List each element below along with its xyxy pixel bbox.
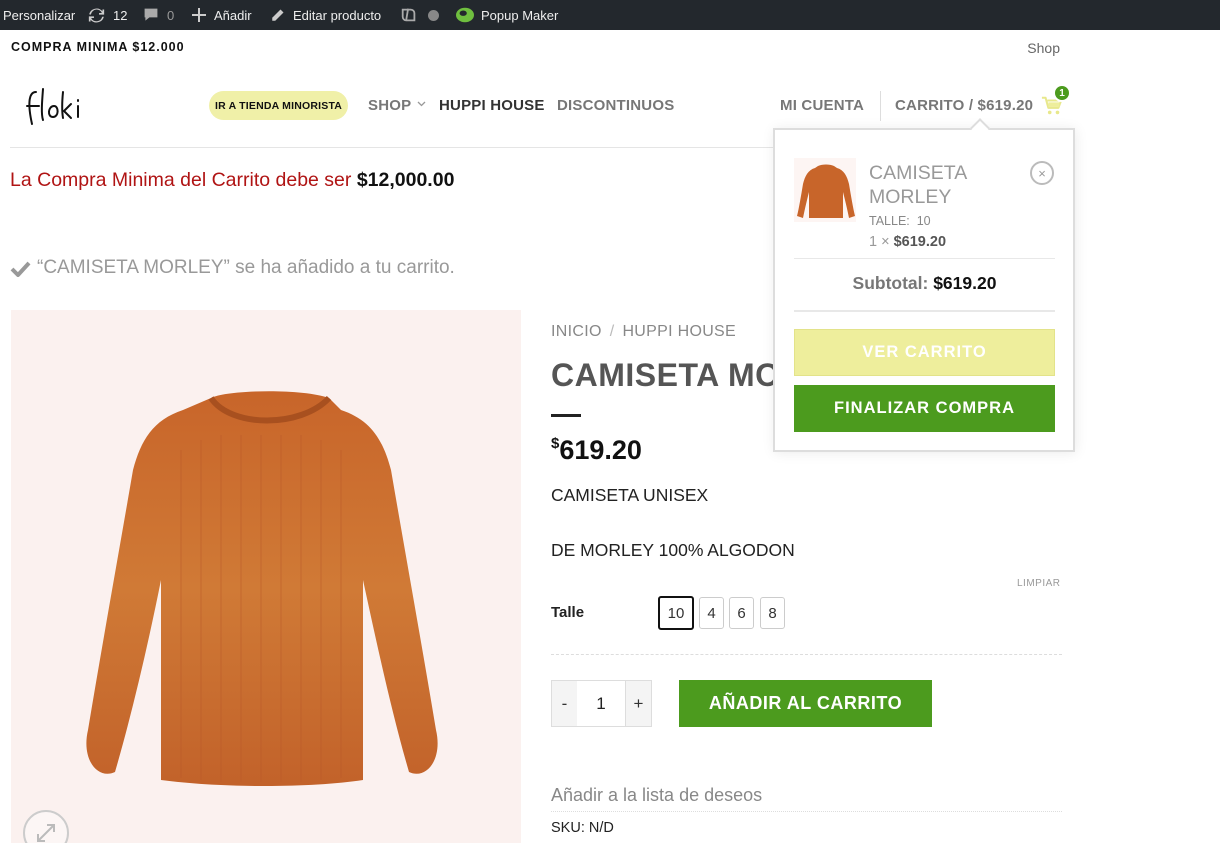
- description-line-1: CAMISETA UNISEX: [551, 485, 709, 505]
- cart-item-qty: 1 ×: [869, 234, 894, 250]
- nav-huppi-house[interactable]: HUPPI HOUSE: [439, 97, 545, 114]
- qty-decrease-button[interactable]: -: [551, 680, 578, 727]
- qty-increase-button[interactable]: +: [625, 680, 652, 727]
- title-divider: [551, 414, 581, 417]
- refresh-icon: [88, 8, 105, 22]
- add-to-cart-button[interactable]: AÑADIR AL CARRITO: [679, 680, 932, 727]
- cart-item-name[interactable]: CAMISETA MORLEY: [869, 161, 989, 209]
- nav-shop-label: SHOP: [368, 97, 412, 114]
- sku-line: SKU: N/D: [551, 820, 614, 836]
- nav-cart[interactable]: CARRITO / $619.20: [895, 97, 1033, 114]
- added-to-cart-notice: “CAMISETA MORLEY” se ha añadido a tu car…: [10, 257, 455, 279]
- popup-maker-menu[interactable]: Popup Maker: [455, 0, 558, 30]
- sweater-image: [86, 391, 438, 786]
- variation-divider: [551, 654, 1062, 655]
- edit-product-link[interactable]: Editar producto: [270, 0, 381, 30]
- checkout-button[interactable]: FINALIZAR COMPRA: [794, 385, 1055, 432]
- nav-my-account[interactable]: MI CUENTA: [780, 97, 864, 114]
- pencil-icon: [272, 9, 284, 21]
- updates-count: 12: [113, 7, 128, 23]
- clear-selection-link[interactable]: LIMPIAR: [1017, 578, 1061, 589]
- size-option-8[interactable]: 8: [760, 597, 785, 629]
- min-cart-amount: $12,000.00: [356, 169, 455, 191]
- wishlist-divider: [551, 811, 1062, 812]
- seo-status-dot: [428, 9, 439, 21]
- subtotal-value: $619.20: [933, 273, 997, 293]
- edit-product-label: Editar producto: [293, 7, 382, 23]
- comments-link[interactable]: 0: [143, 0, 174, 30]
- floki-logo[interactable]: [24, 84, 88, 132]
- sweater-thumbnail: [797, 164, 855, 218]
- cart-item-price: $619.20: [893, 234, 947, 250]
- expand-icon: [37, 824, 55, 842]
- yoast-icon: [401, 8, 416, 22]
- remove-item-button[interactable]: ×: [1030, 161, 1054, 185]
- nav-discontinued[interactable]: DISCONTINUOS: [557, 97, 674, 114]
- size-option-6[interactable]: 6: [729, 597, 754, 629]
- popup-maker-icon: [456, 7, 474, 23]
- comment-icon: [144, 8, 158, 21]
- plus-icon: [192, 8, 206, 22]
- add-to-wishlist-link[interactable]: Añadir a la lista de deseos: [551, 785, 762, 806]
- product-image[interactable]: [11, 310, 521, 843]
- popup-maker-label: Popup Maker: [481, 7, 559, 23]
- updates-link[interactable]: 12: [88, 0, 127, 30]
- breadcrumb-category[interactable]: HUPPI HOUSE: [622, 323, 736, 340]
- wp-admin-bar: Personalizar 12 0 Añadir Editar producto…: [0, 0, 1220, 30]
- cart-subtotal: Subtotal: $619.20: [794, 273, 1055, 294]
- cart-item-size: TALLE: 10: [869, 214, 931, 228]
- product-price: $619.20: [551, 435, 642, 466]
- min-cart-notice: La Compra Minima del Carrito debe ser $1…: [10, 169, 454, 192]
- customize-label: Personalizar: [3, 7, 76, 23]
- checkmark-icon: [10, 261, 31, 277]
- nav-divider: [880, 91, 881, 121]
- size-label: Talle: [551, 604, 585, 621]
- customize-link[interactable]: Personalizar: [3, 0, 75, 30]
- add-new-label: Añadir: [214, 7, 252, 23]
- chevron-down-icon: [417, 101, 426, 107]
- size-option-10[interactable]: 10: [658, 596, 694, 630]
- price-value: 619.20: [559, 435, 642, 465]
- comments-count: 0: [167, 7, 175, 23]
- subtotal-label: Subtotal:: [852, 273, 934, 293]
- add-new-link[interactable]: Añadir: [192, 0, 252, 30]
- dropdown-arrow: [970, 118, 990, 138]
- min-cart-text: La Compra Minima del Carrito debe ser: [10, 169, 357, 191]
- mini-cart-dropdown: CAMISETA MORLEY × TALLE: 10 1 × $619.20 …: [773, 118, 1075, 452]
- dropdown-divider-2: [794, 310, 1055, 312]
- min-purchase-banner: COMPRA MINIMA $12.000: [11, 40, 185, 54]
- nav-shop[interactable]: SHOP: [368, 97, 426, 114]
- breadcrumb: INICIO / HUPPI HOUSE: [551, 323, 736, 341]
- added-message: “CAMISETA MORLEY” se ha añadido a tu car…: [37, 257, 455, 278]
- breadcrumb-separator: /: [609, 323, 615, 340]
- cart-item-thumbnail[interactable]: [794, 158, 856, 222]
- retail-store-button[interactable]: IR A TIENDA MINORISTA: [209, 91, 349, 120]
- yoast-seo-menu[interactable]: [400, 0, 439, 30]
- size-option-4[interactable]: 4: [699, 597, 724, 629]
- quantity-input[interactable]: 1: [577, 680, 625, 727]
- view-cart-button[interactable]: VER CARRITO: [794, 329, 1055, 376]
- dropdown-divider-1: [794, 258, 1055, 259]
- cart-count-badge: 1: [1053, 84, 1071, 102]
- shop-top-link[interactable]: Shop: [1027, 40, 1060, 56]
- zoom-expand-button[interactable]: [23, 810, 69, 843]
- description-line-2: DE MORLEY 100% ALGODON: [551, 540, 795, 560]
- cart-item-qty-price: 1 × $619.20: [869, 234, 946, 250]
- breadcrumb-home[interactable]: INICIO: [551, 323, 602, 340]
